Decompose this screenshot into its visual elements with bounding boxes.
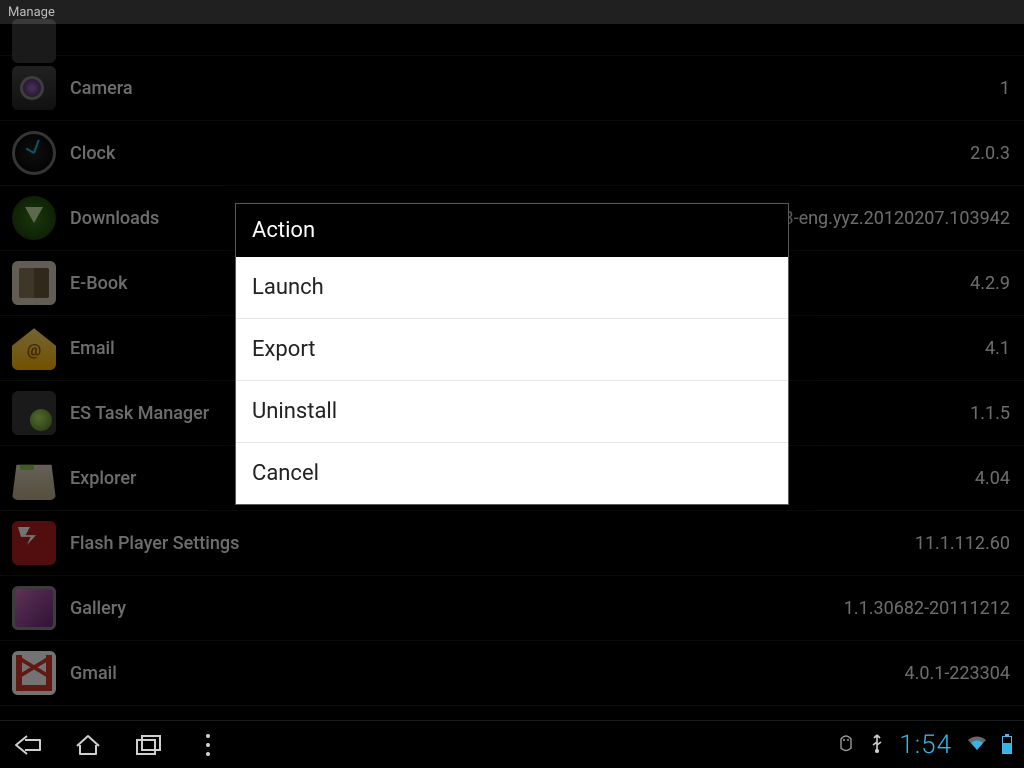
dialog-option-launch[interactable]: Launch bbox=[236, 257, 788, 319]
dialog-option-export[interactable]: Export bbox=[236, 319, 788, 381]
navigation-bar: 1:54 bbox=[0, 720, 1024, 768]
recent-apps-button[interactable] bbox=[132, 729, 164, 761]
usb-icon bbox=[869, 733, 885, 757]
dialog-option-uninstall[interactable]: Uninstall bbox=[236, 381, 788, 443]
home-button[interactable] bbox=[72, 729, 104, 761]
dialog-option-cancel[interactable]: Cancel bbox=[236, 443, 788, 504]
back-button[interactable] bbox=[12, 729, 44, 761]
status-bar: Manage bbox=[0, 0, 1024, 24]
battery-icon bbox=[1002, 736, 1012, 754]
action-dialog: Action Launch Export Uninstall Cancel bbox=[235, 203, 789, 505]
adb-icon bbox=[837, 733, 855, 757]
wifi-icon bbox=[966, 734, 988, 756]
clock-text: 1:54 bbox=[899, 730, 952, 760]
nav-left bbox=[12, 729, 224, 761]
system-tray[interactable]: 1:54 bbox=[837, 730, 1012, 760]
menu-button[interactable] bbox=[192, 729, 224, 761]
dialog-title: Action bbox=[236, 204, 788, 257]
status-title: Manage bbox=[8, 5, 55, 20]
